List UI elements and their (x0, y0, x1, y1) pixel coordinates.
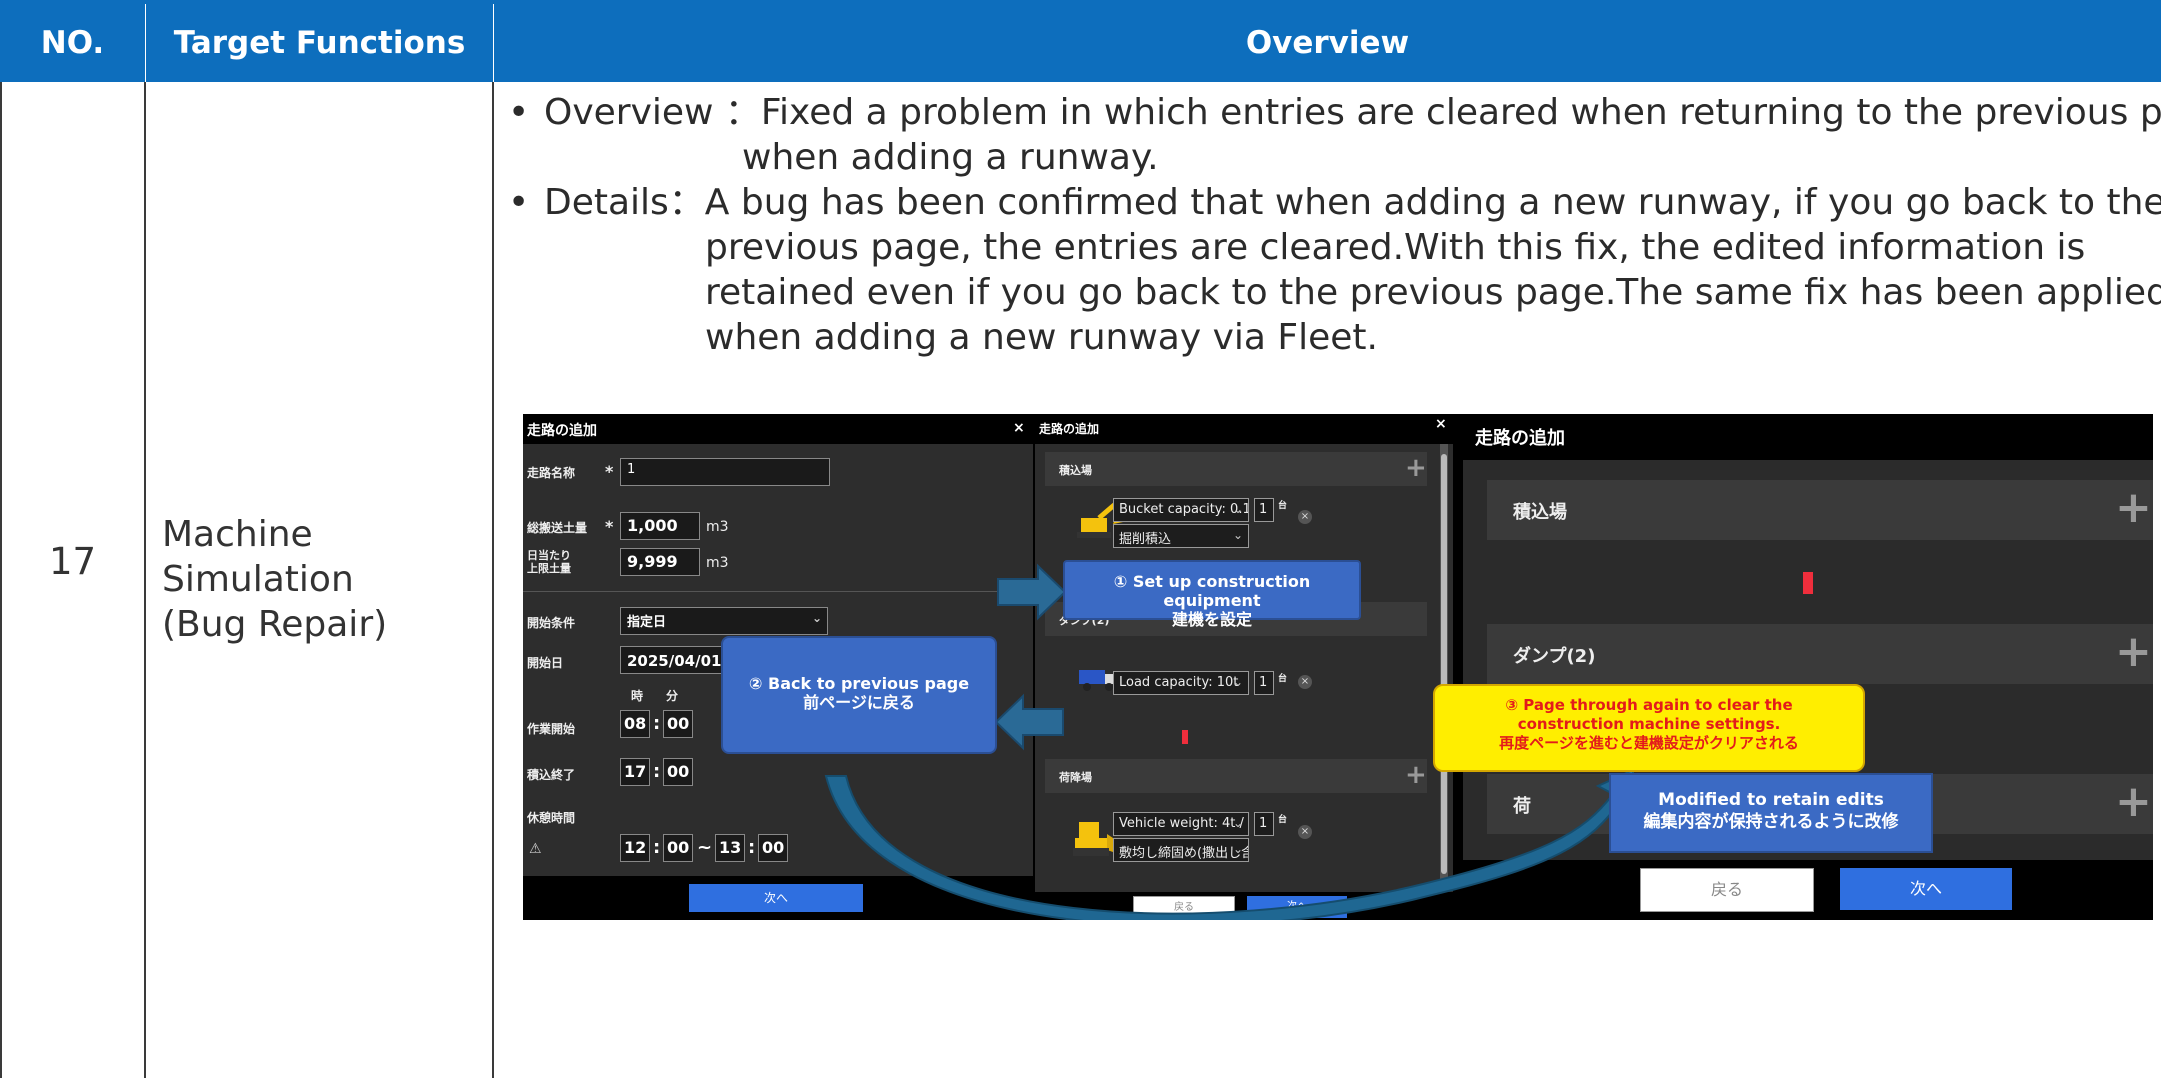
details-line: previous page, the entries are cleared.W… (705, 227, 2086, 268)
callout-settings-cleared: ③ Page through again to clear the constr… (1433, 684, 1865, 772)
bullet: • (508, 92, 530, 133)
bullet: • (508, 182, 530, 223)
target-function-line: Machine (162, 514, 313, 555)
column-divider-2 (492, 82, 494, 1078)
callout-text: 前ページに戻る (803, 693, 915, 712)
screenshot-composite: 走路の追加 × 走路名称 * 1 総搬送土量 * 1,000 m3 日当たり 上… (523, 414, 2153, 920)
callout-setup-equipment: ① Set up construction equipment 建機を設定 (1063, 560, 1361, 629)
target-function-cell: Machine Simulation (Bug Repair) (162, 512, 387, 647)
header-overview: Overview (494, 4, 2161, 82)
header-no: NO. (0, 4, 145, 82)
callout-back-previous-page: ② Back to previous page 前ページに戻る (721, 636, 997, 754)
callout-text: 編集内容が保持されるように改修 (1643, 812, 1899, 832)
callout-retain-edits: Modified to retain edits 編集内容が保持されるように改修 (1609, 773, 1933, 853)
overview-line: when adding a runway. (742, 137, 1159, 178)
details-line: when adding a new runway via Fleet. (705, 317, 1378, 358)
header-target-functions: Target Functions (146, 4, 493, 82)
target-function-line: (Bug Repair) (162, 604, 388, 645)
row-number: 17 (48, 540, 97, 583)
callout-text: ① Set up construction equipment (1113, 572, 1311, 610)
callout-text: 建機を設定 (1171, 610, 1252, 629)
release-notes-table: NO. Target Functions Overview 17 Machine… (0, 0, 2161, 1078)
callout-text: 再度ページを進むと建機設定がクリアされる (1499, 734, 1799, 752)
callout-text: construction machine settings. (1517, 715, 1781, 733)
details-line: retained even if you go back to the prev… (705, 272, 2161, 313)
details-line: Details：A bug has been confirmed that wh… (544, 182, 2161, 223)
callout-text: ③ Page through again to clear the (1505, 696, 1793, 714)
target-function-line: Simulation (162, 559, 354, 600)
callout-text: ② Back to previous page (748, 674, 970, 693)
callout-text: Modified to retain edits (1658, 790, 1884, 810)
arrow-left-icon (994, 693, 1064, 751)
overview-line: Overview ：Fixed a problem in which entri… (544, 92, 2161, 133)
curved-arrow-icon (824, 768, 1634, 920)
arrow-right-icon (997, 563, 1067, 621)
